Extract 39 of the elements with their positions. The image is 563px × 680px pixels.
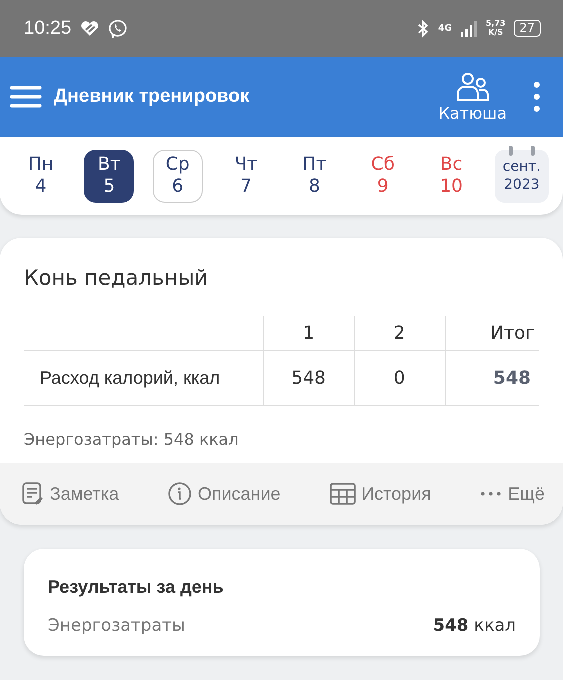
day-tab[interactable]: Сб 9 [358,150,408,202]
column-header: Итог [445,316,539,350]
day-tab[interactable]: Вт 5 [84,150,134,202]
battery-indicator: 27 [514,20,541,37]
info-icon [168,482,192,506]
row-label: Расход калорий, ккал [24,350,264,406]
action-button[interactable]: История [330,483,432,505]
app-title: Дневник тренировок [54,86,251,108]
column-header: 2 [354,316,446,350]
exercise-title: Конь педальный [24,266,210,290]
table-cell: 548 [263,350,354,406]
table-cell: 548 [445,350,539,406]
result-label: Энергозатраты [48,616,186,636]
action-button[interactable]: Ещё [480,484,545,504]
more-icon [480,491,502,497]
table-icon [330,483,356,505]
action-button[interactable]: Описание [168,482,281,506]
people-icon [456,72,490,102]
day-tab[interactable]: Пн 4 [16,150,66,202]
speed-unit: K/S [488,28,504,38]
table-cell: 0 [354,350,446,406]
day-tab[interactable]: Вс 10 [426,150,477,202]
profile-button[interactable]: Катюша [438,72,507,122]
bluetooth-icon [416,20,430,38]
day-tab[interactable]: Ср 6 [152,150,203,202]
network-speed: 5,73 [486,20,506,28]
day-tab[interactable]: Чт 7 [221,150,272,202]
phone-bubble-icon [108,18,128,38]
result-value: 548 ккал [433,616,516,636]
signal-icon [460,20,478,38]
heart-icon [80,20,100,36]
results-title: Результаты за день [48,577,225,598]
column-header: 1 [263,316,354,350]
day-tab[interactable]: Пт 8 [290,150,340,202]
action-button[interactable]: Заметка [22,482,120,506]
network-type: 4G [438,24,452,34]
energy-summary: Энергозатраты: 548 ккал [24,430,240,449]
status-time: 10:25 [24,18,72,40]
note-icon [22,482,44,506]
